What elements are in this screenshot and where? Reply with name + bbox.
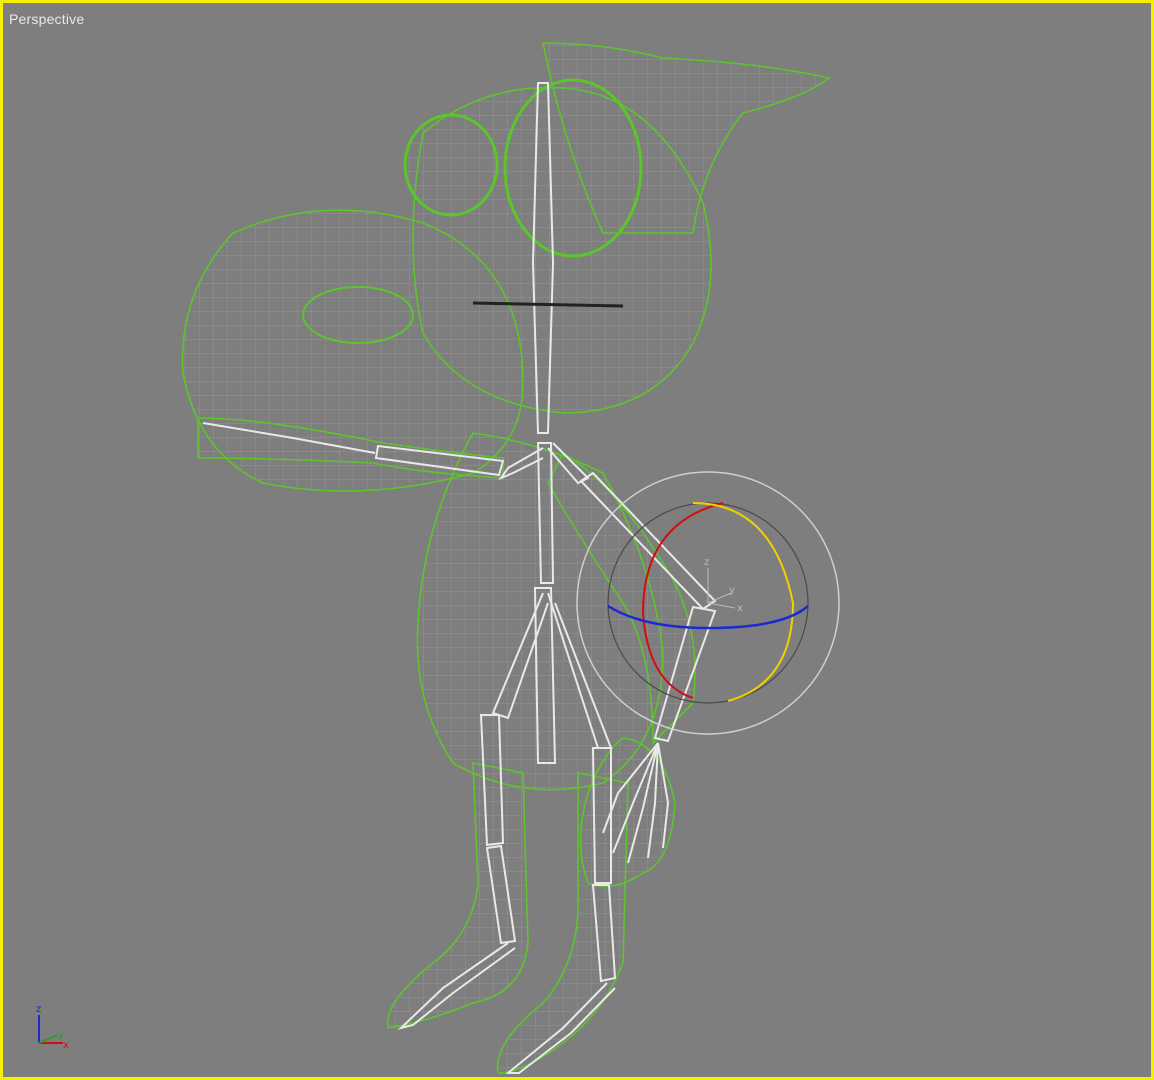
left-leg-mesh[interactable] (386, 762, 529, 1029)
left-eye-mesh[interactable] (403, 113, 499, 217)
gizmo-y-label: y (729, 585, 735, 596)
nostril-mesh[interactable] (302, 286, 414, 344)
character-mesh[interactable] (181, 42, 831, 1074)
right-eye-mesh[interactable] (503, 78, 643, 258)
world-axis-tripod: z y x (36, 1004, 69, 1051)
gizmo-z-label: z (704, 557, 709, 568)
scene-canvas[interactable]: z y x z y x (3, 3, 1151, 1077)
world-x-label: x (63, 1040, 69, 1051)
torso-mesh[interactable] (416, 432, 664, 791)
perspective-viewport[interactable]: Perspective z y x z y x (0, 0, 1154, 1080)
world-z-label: z (36, 1004, 41, 1015)
gizmo-x-label: x (737, 603, 743, 614)
